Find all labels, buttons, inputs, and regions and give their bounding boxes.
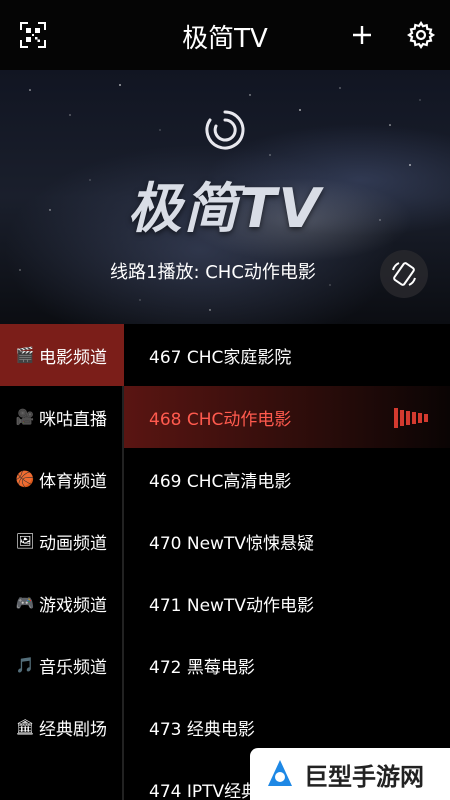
category-label: 体育频道 — [39, 471, 107, 492]
classical-building-icon: 🏛 — [15, 718, 35, 736]
channel-item-active[interactable]: 468 CHC动作电影 — [124, 386, 450, 448]
category-item-animation[interactable]: 🖼 动画频道 — [0, 510, 124, 572]
category-item-movies[interactable]: 🎬 电影频道 — [0, 324, 124, 386]
site-watermark: 巨型手游网 — [250, 748, 450, 800]
category-item-migu-live[interactable]: 🎥 咪咕直播 — [0, 386, 124, 448]
channel-item[interactable]: 467 CHC家庭影院 — [124, 324, 450, 386]
category-item-classic-theater[interactable]: 🏛 经典剧场 — [0, 696, 124, 758]
watermark-logo-icon — [268, 760, 292, 786]
plus-icon[interactable] — [347, 20, 377, 50]
category-label: 咪咕直播 — [39, 409, 107, 430]
channel-label: 469 CHC高清电影 — [149, 471, 292, 492]
channel-label: 471 NewTV动作电影 — [149, 595, 314, 616]
category-label: 经典剧场 — [39, 719, 107, 740]
screen-rotate-icon — [392, 262, 416, 286]
category-item-games[interactable]: 🎮 游戏频道 — [0, 572, 124, 634]
category-sidebar: 🎬 电影频道 🎥 咪咕直播 🏀 体育频道 🖼 动画频道 🎮 游戏频道 🎵 音乐频道 🏛 经典剧… — [0, 324, 124, 800]
gamepad-icon: 🎮 — [15, 594, 35, 612]
watermark-text: 巨型手游网 — [304, 762, 424, 791]
channel-item[interactable]: 470 NewTV惊悚悬疑 — [124, 510, 450, 572]
channel-label: 468 CHC动作电影 — [149, 409, 292, 430]
channel-item[interactable]: 469 CHC高清电影 — [124, 448, 450, 510]
clapperboard-icon: 🎬 — [15, 346, 35, 364]
channel-list: 467 CHC家庭影院 468 CHC动作电影 469 CHC高清电影 470 … — [124, 324, 450, 800]
picture-frame-icon: 🖼 — [15, 532, 35, 550]
category-label: 音乐频道 — [39, 657, 107, 678]
app-title: 极简TV — [182, 24, 268, 54]
channel-item[interactable]: 472 黑莓电影 — [124, 634, 450, 696]
top-bar: 极简TV — [0, 0, 450, 70]
music-note-icon: 🎵 — [15, 656, 35, 674]
channel-label: 472 黑莓电影 — [149, 657, 255, 678]
category-label: 电影频道 — [39, 347, 107, 368]
brand-logo-icon — [203, 108, 247, 156]
gear-icon[interactable] — [406, 20, 436, 50]
basketball-icon: 🏀 — [15, 470, 35, 488]
channel-label: 473 经典电影 — [149, 719, 255, 740]
now-playing-label: 线路1播放: CHC动作电影 — [110, 262, 316, 283]
movie-camera-icon: 🎥 — [15, 408, 35, 426]
category-label: 游戏频道 — [39, 595, 107, 616]
screen-rotate-button[interactable] — [380, 250, 428, 298]
channel-item[interactable]: 471 NewTV动作电影 — [124, 572, 450, 634]
category-label: 动画频道 — [39, 533, 107, 554]
channel-label: 474 IPTV经典 — [149, 781, 259, 800]
player-banner[interactable]: 极简TV 线路1播放: CHC动作电影 — [0, 70, 450, 324]
channel-label: 467 CHC家庭影院 — [149, 347, 292, 368]
category-item-sports[interactable]: 🏀 体育频道 — [0, 448, 124, 510]
now-playing-equalizer-icon — [394, 408, 428, 428]
brand-logo-text: 极简TV — [127, 177, 323, 240]
category-item-music[interactable]: 🎵 音乐频道 — [0, 634, 124, 696]
channel-label: 470 NewTV惊悚悬疑 — [149, 533, 314, 554]
